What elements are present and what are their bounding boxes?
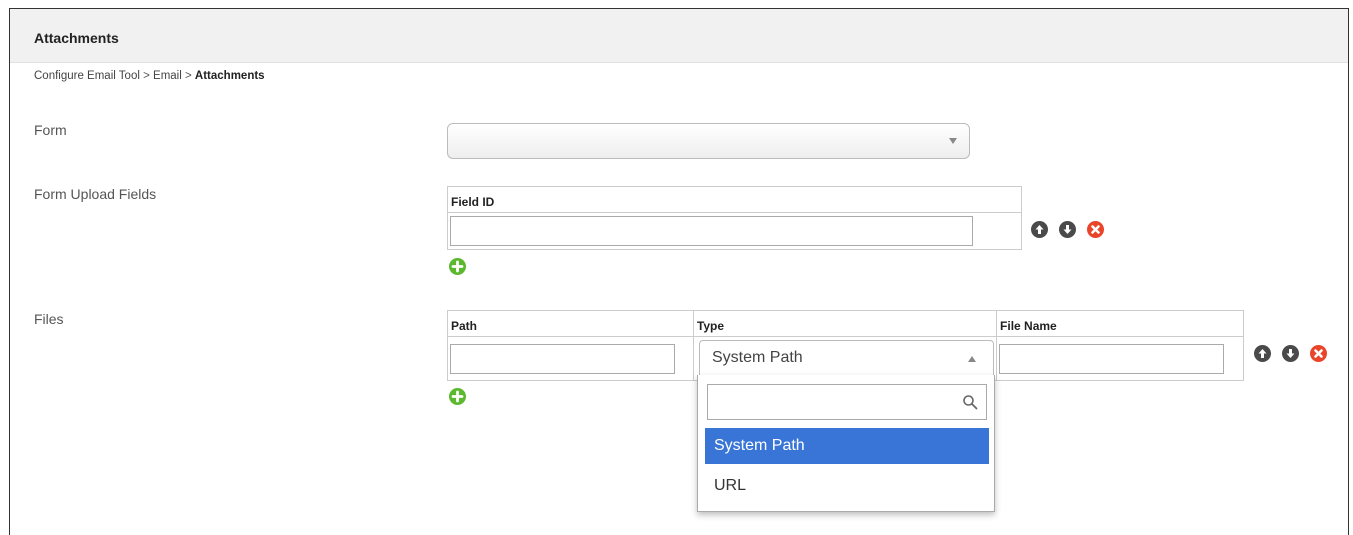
close-circle-icon (1314, 349, 1323, 358)
panel-header (10, 9, 1348, 63)
chevron-down-icon (949, 138, 957, 144)
field-id-input[interactable] (450, 216, 973, 246)
arrow-down-circle-icon (1063, 225, 1072, 234)
page-title: Attachments (34, 30, 119, 46)
plus-circle-icon (451, 260, 464, 273)
arrow-up-circle-icon (1258, 349, 1267, 358)
path-input[interactable] (450, 343, 675, 374)
dropdown-option-url[interactable]: URL (705, 468, 989, 504)
dropdown-search-field[interactable] (707, 384, 987, 420)
remove-row-button[interactable] (1087, 221, 1104, 238)
panel-frame (9, 8, 1349, 535)
breadcrumb: Configure Email Tool > Email > Attachmen… (34, 70, 265, 82)
arrow-up-circle-icon (1035, 225, 1044, 234)
move-down-button[interactable] (1059, 221, 1076, 238)
breadcrumb-item-email[interactable]: Email (153, 70, 182, 82)
chevron-up-icon (968, 356, 976, 362)
breadcrumb-separator: > (185, 70, 195, 82)
file-name-input[interactable] (999, 343, 1225, 374)
type-dropdown: System Path URL (697, 375, 995, 512)
move-up-button[interactable] (1031, 221, 1048, 238)
plus-circle-icon (451, 390, 464, 403)
breadcrumb-item-configure-email-tool[interactable]: Configure Email Tool (34, 70, 140, 82)
column-header-path: Path (447, 310, 694, 337)
form-select[interactable] (447, 123, 970, 159)
add-file-button[interactable] (449, 388, 466, 405)
files-label: Files (34, 311, 64, 327)
add-upload-field-button[interactable] (449, 258, 466, 275)
arrow-down-circle-icon (1286, 349, 1295, 358)
column-header-type: Type (692, 310, 998, 337)
column-header-file-name: File Name (996, 310, 1244, 337)
breadcrumb-separator: > (143, 70, 154, 82)
move-up-button[interactable] (1254, 345, 1271, 362)
breadcrumb-item-attachments: Attachments (194, 70, 265, 82)
close-circle-icon (1091, 225, 1100, 234)
table-row (447, 212, 1022, 250)
type-select-value: System Path (712, 349, 803, 366)
form-upload-fields-label: Form Upload Fields (34, 186, 157, 202)
form-label: Form (34, 122, 67, 138)
dropdown-option-system-path[interactable]: System Path (705, 428, 989, 464)
type-select[interactable]: System Path (699, 340, 994, 375)
upload-fields-table: Field ID (447, 186, 1022, 250)
search-icon (963, 395, 978, 410)
move-down-button[interactable] (1282, 345, 1299, 362)
remove-row-button[interactable] (1310, 345, 1327, 362)
column-header-field-id: Field ID (447, 186, 1022, 213)
